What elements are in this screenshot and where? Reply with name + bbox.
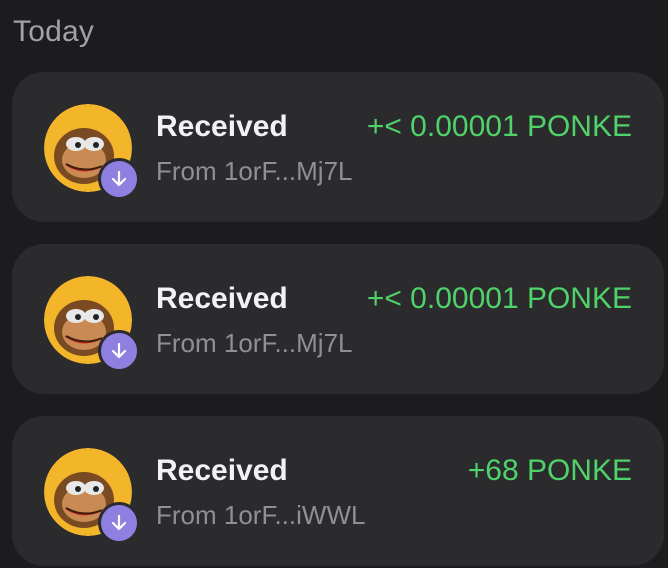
token-avatar: [44, 104, 140, 200]
transaction-amount: +68 PONKE: [467, 454, 632, 487]
transaction-title: Received: [156, 454, 288, 487]
transaction-row[interactable]: Received From 1orF...Mj7L +< 0.00001 PON…: [12, 72, 664, 222]
section-title: Today: [13, 15, 95, 48]
transaction-title: Received: [156, 110, 288, 143]
arrow-down-icon: [98, 330, 140, 372]
transaction-amount: +< 0.00001 PONKE: [366, 282, 632, 315]
arrow-down-icon: [98, 502, 140, 544]
transaction-title: Received: [156, 282, 288, 315]
transaction-from: From 1orF...Mj7L: [156, 156, 353, 186]
transaction-amount: +< 0.00001 PONKE: [366, 110, 632, 143]
token-avatar: [44, 448, 140, 544]
transaction-row[interactable]: Received From 1orF...iWWL +68 PONKE: [12, 416, 664, 566]
arrow-down-icon: [98, 158, 140, 200]
token-avatar: [44, 276, 140, 372]
transaction-from: From 1orF...Mj7L: [156, 328, 353, 358]
transaction-row[interactable]: Received From 1orF...Mj7L +< 0.00001 PON…: [12, 244, 664, 394]
transaction-from: From 1orF...iWWL: [156, 500, 366, 530]
activity-screen: Today Received From 1orF...Mj7L +< 0.000…: [0, 0, 668, 568]
